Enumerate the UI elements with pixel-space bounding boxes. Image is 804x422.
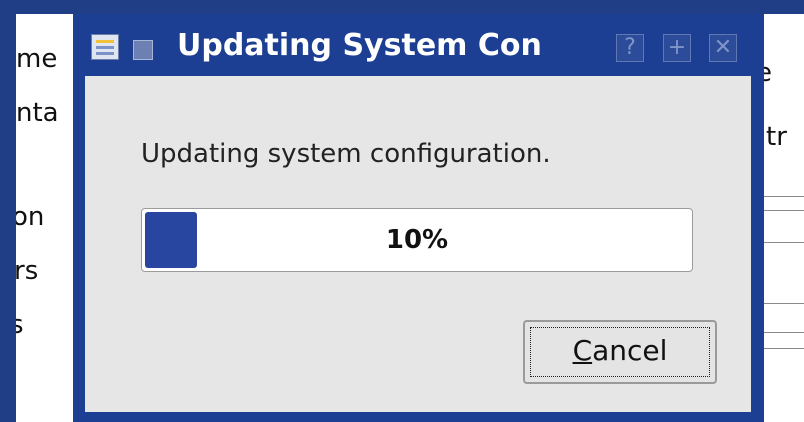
- help-button[interactable]: ?: [616, 34, 644, 62]
- dialog-title: Updating System Con: [177, 28, 542, 63]
- dialog-body: Updating system configuration. 10% Cance…: [85, 76, 751, 412]
- background-text: rs: [16, 256, 39, 286]
- background-text: on: [16, 202, 45, 232]
- maximize-button[interactable]: +: [663, 34, 691, 62]
- background-text: nta: [16, 98, 59, 128]
- window-menu-icon[interactable]: [133, 40, 153, 60]
- cancel-button[interactable]: Cancel: [523, 320, 717, 384]
- cancel-mnemonic: C: [572, 334, 593, 367]
- updating-dialog: Updating System Con ? + ✕ Updating syste…: [73, 14, 764, 422]
- progress-bar: 10%: [141, 208, 693, 272]
- background-window-left: me nta on rs s: [16, 14, 76, 422]
- configuration-app-icon: [91, 34, 119, 60]
- background-text: me: [16, 44, 58, 74]
- cancel-label-rest: ancel: [592, 334, 668, 367]
- progress-percent: 10%: [385, 225, 449, 255]
- close-button[interactable]: ✕: [709, 34, 737, 62]
- status-message: Updating system configuration.: [141, 139, 551, 169]
- cancel-button-label: Cancel: [525, 322, 715, 382]
- dialog-titlebar[interactable]: Updating System Con ? + ✕: [73, 14, 764, 74]
- background-text: [16, 14, 22, 31]
- background-text: s: [16, 310, 24, 340]
- background-text: tr: [766, 122, 787, 152]
